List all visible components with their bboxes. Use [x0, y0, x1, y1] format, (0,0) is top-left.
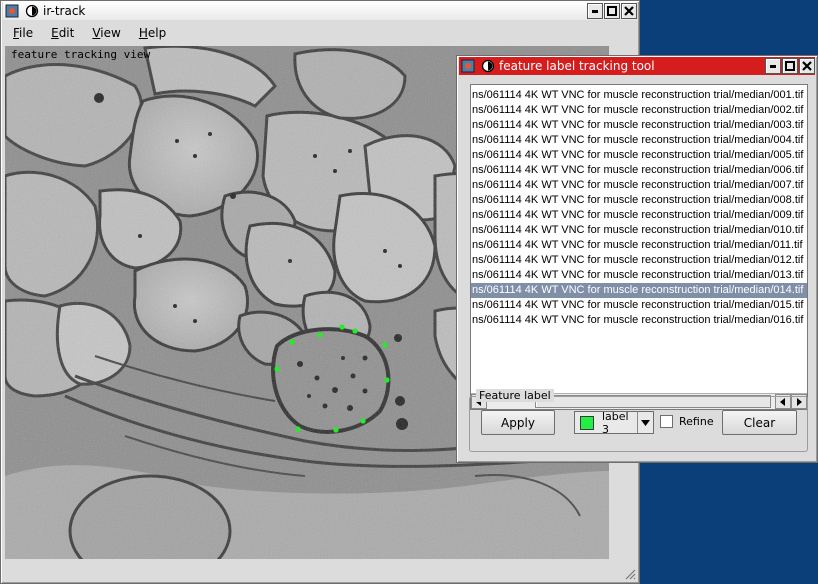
file-list[interactable]: ns/061114 4K WT VNC for muscle reconstru…	[470, 84, 808, 410]
apply-button[interactable]: Apply	[481, 410, 555, 435]
file-list-item[interactable]: ns/061114 4K WT VNC for muscle reconstru…	[471, 118, 807, 133]
file-list-item[interactable]: ns/061114 4K WT VNC for muscle reconstru…	[471, 193, 807, 208]
main-window-title: ir-track	[43, 4, 86, 18]
file-list-item[interactable]: ns/061114 4K WT VNC for muscle reconstru…	[471, 148, 807, 163]
label-select-toggle[interactable]	[637, 412, 653, 433]
file-list-item-text: ns/061114 4K WT VNC for muscle reconstru…	[472, 104, 804, 116]
maximize-button[interactable]	[604, 3, 620, 19]
menu-help-mnemonic: H	[138, 26, 148, 40]
clear-button[interactable]: Clear	[722, 410, 797, 435]
file-list-item-text: ns/061114 4K WT VNC for muscle reconstru…	[472, 194, 804, 206]
feature-label-group: Feature label Apply label 3 Refine Clear	[469, 389, 808, 452]
file-list-item-text: ns/061114 4K WT VNC for muscle reconstru…	[472, 269, 804, 281]
menu-help[interactable]: Help	[129, 23, 174, 43]
file-list-item[interactable]: ns/061114 4K WT VNC for muscle reconstru…	[471, 298, 807, 313]
file-list-item[interactable]: ns/061114 4K WT VNC for muscle reconstru…	[471, 163, 807, 178]
close-button[interactable]	[621, 3, 637, 19]
file-list-item[interactable]: ns/061114 4K WT VNC for muscle reconstru…	[471, 223, 807, 238]
minimize-button[interactable]	[587, 3, 603, 19]
chevron-down-icon	[641, 419, 650, 426]
file-list-item-text: ns/061114 4K WT VNC for muscle reconstru…	[472, 119, 804, 131]
menu-file-label: ile	[19, 26, 34, 40]
file-list-item-text: ns/061114 4K WT VNC for muscle reconstru…	[472, 224, 804, 236]
file-list-item-text: ns/061114 4K WT VNC for muscle reconstru…	[472, 149, 804, 161]
app-icon	[461, 59, 475, 73]
file-list-item-text: ns/061114 4K WT VNC for muscle reconstru…	[472, 164, 804, 176]
maximize-icon	[785, 61, 795, 71]
file-list-item[interactable]: ns/061114 4K WT VNC for muscle reconstru…	[471, 313, 807, 328]
view-label: feature tracking view	[11, 48, 151, 61]
window-menu-icon[interactable]	[25, 4, 39, 18]
file-list-item-text: ns/061114 4K WT VNC for muscle reconstru…	[472, 179, 804, 191]
main-titlebar[interactable]: ir-track	[3, 2, 637, 20]
resize-grip-icon[interactable]	[624, 568, 636, 580]
file-list-item[interactable]: ns/061114 4K WT VNC for muscle reconstru…	[471, 88, 807, 103]
refine-label: Refine	[679, 415, 714, 428]
close-icon	[802, 61, 812, 71]
menu-edit[interactable]: Edit	[41, 23, 82, 43]
menu-file[interactable]: File	[3, 23, 41, 43]
file-list-rows: ns/061114 4K WT VNC for muscle reconstru…	[471, 88, 807, 328]
file-list-item-text: ns/061114 4K WT VNC for muscle reconstru…	[472, 239, 803, 251]
app-icon	[5, 4, 19, 18]
menu-help-label: elp	[147, 26, 167, 40]
file-list-item-text: ns/061114 4K WT VNC for muscle reconstru…	[472, 299, 804, 311]
file-list-item-text: ns/061114 4K WT VNC for muscle reconstru…	[472, 314, 804, 326]
file-list-item[interactable]: ns/061114 4K WT VNC for muscle reconstru…	[471, 238, 807, 253]
label-select-value: label 3	[602, 409, 629, 436]
file-list-item[interactable]: ns/061114 4K WT VNC for muscle reconstru…	[471, 283, 807, 298]
minimize-icon	[592, 10, 598, 13]
file-list-item[interactable]: ns/061114 4K WT VNC for muscle reconstru…	[471, 253, 807, 268]
file-list-item-text: ns/061114 4K WT VNC for muscle reconstru…	[472, 284, 804, 296]
file-list-item[interactable]: ns/061114 4K WT VNC for muscle reconstru…	[471, 133, 807, 148]
file-list-item-text: ns/061114 4K WT VNC for muscle reconstru…	[472, 134, 804, 146]
refine-checkbox[interactable]	[660, 415, 673, 428]
tool-titlebar[interactable]: feature label tracking tool	[459, 57, 815, 75]
feature-label-group-title: Feature label	[476, 389, 554, 402]
file-list-item-text: ns/061114 4K WT VNC for muscle reconstru…	[472, 209, 804, 221]
minimize-icon	[770, 65, 776, 68]
file-list-item[interactable]: ns/061114 4K WT VNC for muscle reconstru…	[471, 178, 807, 193]
menu-edit-mnemonic: E	[51, 26, 59, 40]
close-icon	[624, 6, 634, 16]
tool-window-title: feature label tracking tool	[499, 59, 655, 73]
menu-edit-label: dit	[58, 26, 75, 40]
label-select[interactable]: label 3	[574, 409, 654, 436]
file-list-item[interactable]: ns/061114 4K WT VNC for muscle reconstru…	[471, 268, 807, 283]
feature-label-tool-window: feature label tracking tool ns/061114 4K…	[456, 55, 818, 463]
maximize-icon	[607, 6, 617, 16]
label-color-swatch	[580, 415, 594, 430]
menubar: File Edit View Help	[3, 22, 637, 44]
tool-minimize-button[interactable]	[765, 58, 781, 74]
file-list-item-text: ns/061114 4K WT VNC for muscle reconstru…	[472, 254, 804, 266]
file-list-item-text: ns/061114 4K WT VNC for muscle reconstru…	[472, 89, 804, 101]
tool-maximize-button[interactable]	[782, 58, 798, 74]
menu-view[interactable]: View	[82, 23, 128, 43]
file-list-item[interactable]: ns/061114 4K WT VNC for muscle reconstru…	[471, 208, 807, 223]
menu-view-label: iew	[100, 26, 121, 40]
window-menu-icon[interactable]	[481, 59, 495, 73]
refine-option[interactable]: Refine	[660, 415, 714, 428]
tool-close-button[interactable]	[799, 58, 815, 74]
file-list-item[interactable]: ns/061114 4K WT VNC for muscle reconstru…	[471, 103, 807, 118]
